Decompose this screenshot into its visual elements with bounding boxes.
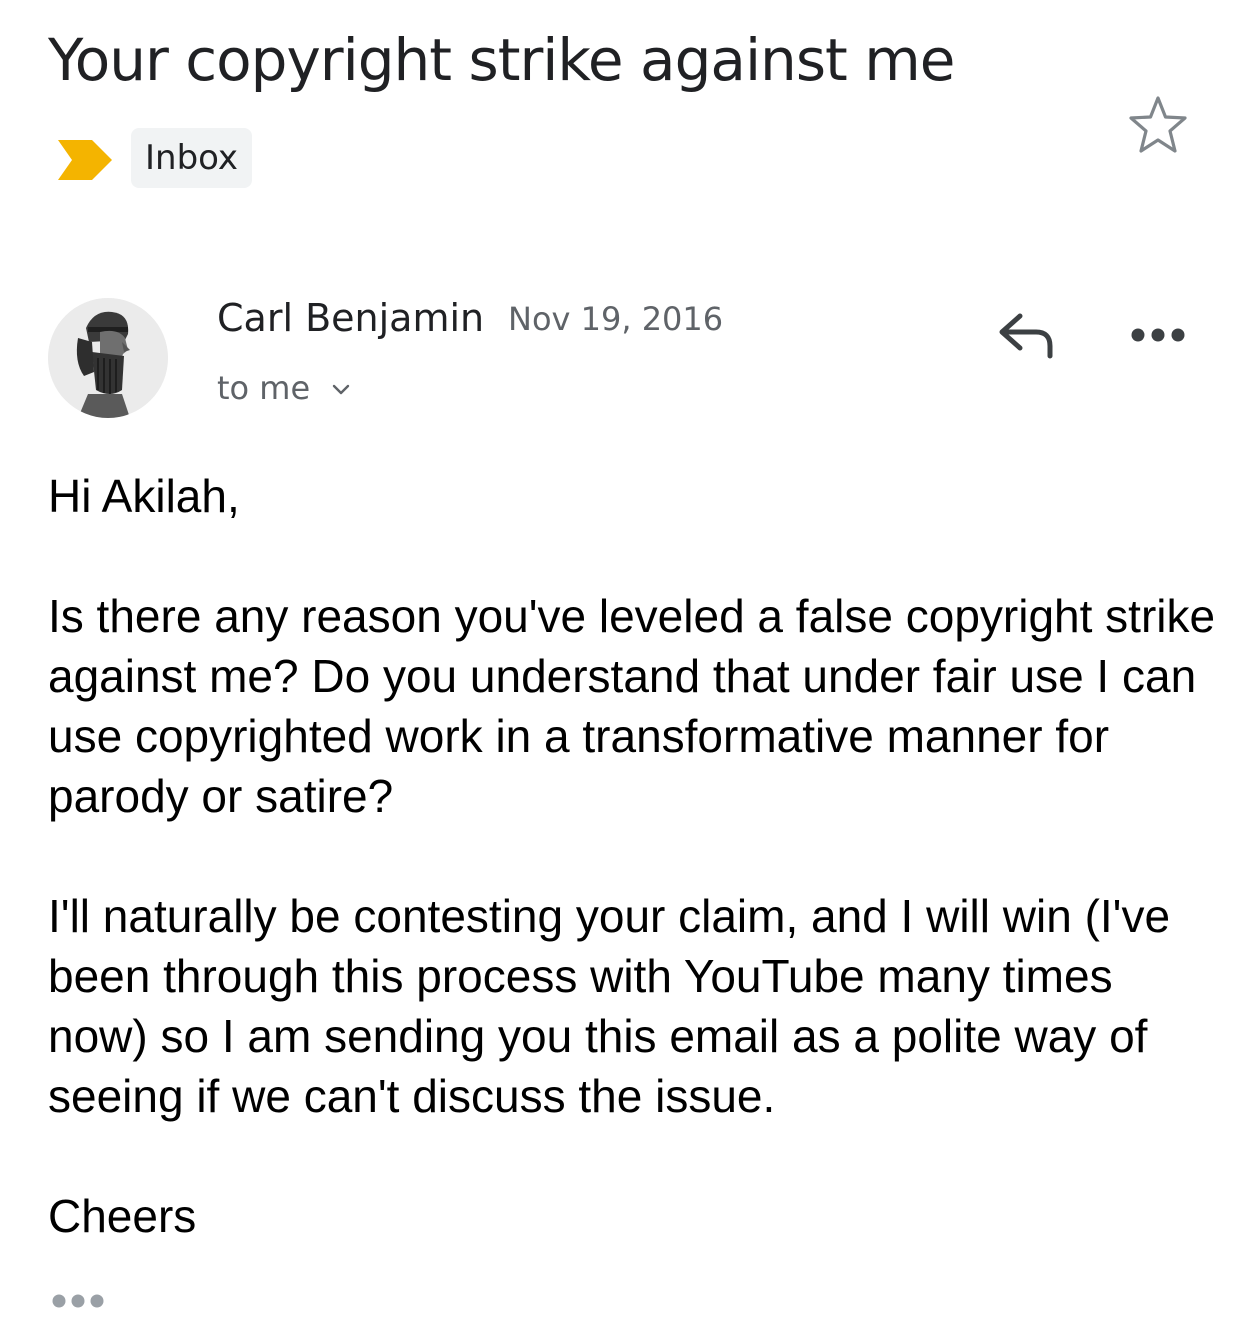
message-body: Hi Akilah, Is there any reason you've le…	[48, 466, 1218, 1246]
body-paragraph: Is there any reason you've leveled a fal…	[48, 590, 1216, 822]
recipients-toggle[interactable]: to me	[217, 366, 352, 410]
chevron-down-icon	[333, 384, 350, 395]
label-chip-inbox[interactable]: Inbox	[131, 128, 253, 188]
reply-arrow-icon[interactable]	[996, 308, 1060, 364]
star-icon[interactable]	[1126, 94, 1190, 156]
body-signoff: Cheers	[48, 1190, 197, 1242]
email-subject: Your copyright strike against me	[48, 26, 955, 94]
sender-name[interactable]: Carl Benjamin	[217, 294, 484, 342]
sent-date: Nov 19, 2016	[508, 300, 724, 338]
recipients-label: to me	[217, 369, 311, 407]
more-horizontal-icon[interactable]	[1130, 322, 1186, 348]
body-greeting: Hi Akilah,	[48, 470, 240, 522]
avatar[interactable]	[48, 298, 168, 418]
body-paragraph: I'll naturally be contesting your claim,…	[48, 890, 1171, 1122]
importance-marker-icon[interactable]	[58, 140, 112, 180]
bust-portrait-icon	[48, 298, 168, 418]
ellipsis-icon[interactable]	[50, 1290, 106, 1312]
